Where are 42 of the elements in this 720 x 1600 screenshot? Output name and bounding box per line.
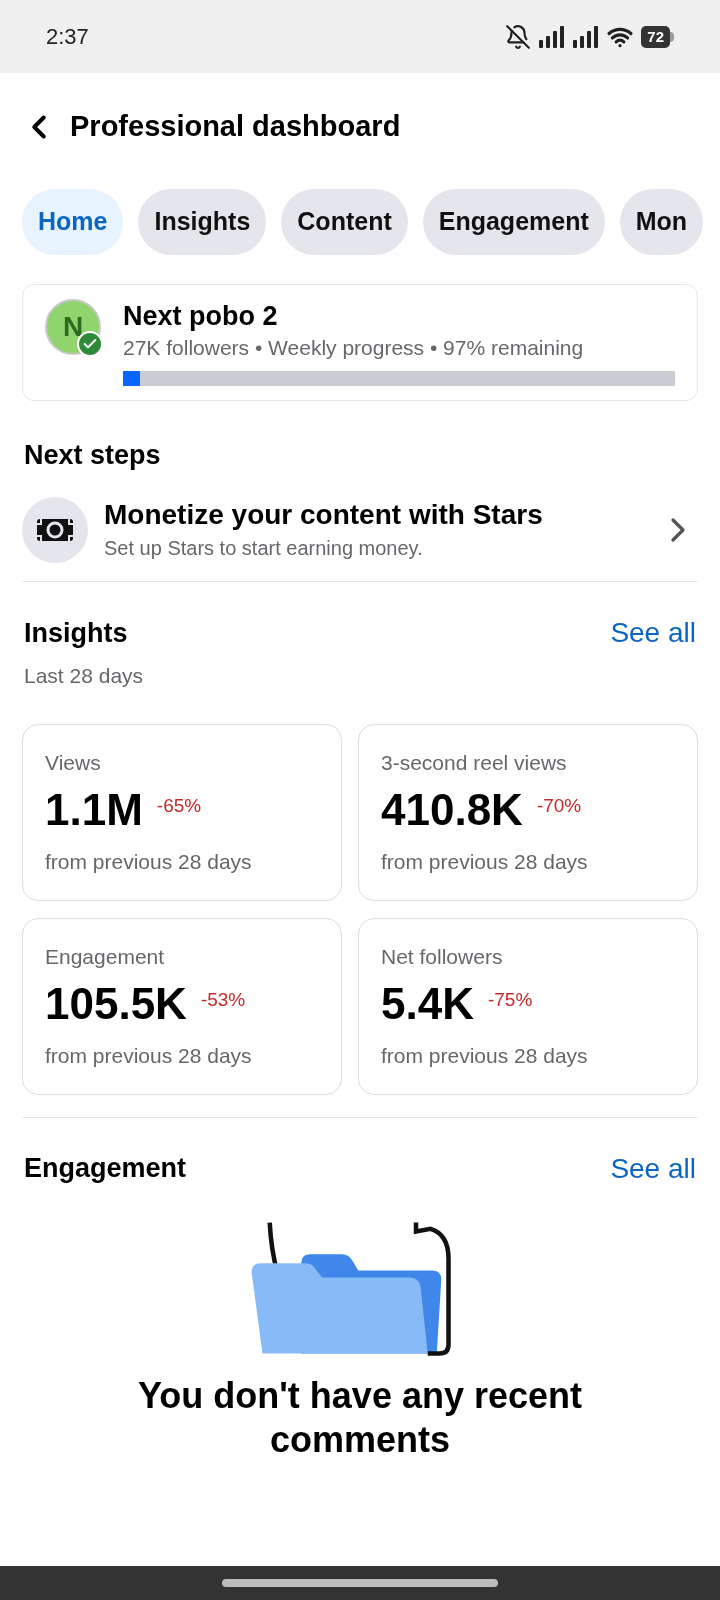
monetize-row[interactable]: Monetize your content with Stars Set up Stars to start earning money.: [22, 497, 698, 582]
stat-value: 1.1M: [45, 784, 143, 836]
tab[interactable]: Engagement: [422, 188, 605, 255]
empty-state-message: You don't have any recent comments: [137, 1373, 583, 1462]
stat-change: -65%: [156, 794, 202, 818]
section-title: Insights: [24, 616, 128, 650]
stat-note: from previous 28 days: [45, 1043, 253, 1069]
section-title: Engagement: [24, 1152, 187, 1186]
stat-note: from previous 28 days: [45, 849, 253, 875]
page-name: Next pobo 2: [123, 299, 279, 333]
status-time: 2:37: [46, 23, 89, 51]
step-title: Monetize your content with Stars: [104, 498, 544, 532]
stat-note: from previous 28 days: [381, 1043, 589, 1069]
stat-card[interactable]: Net followers 5.4K -75% from previous 28 days: [358, 917, 698, 1095]
stat-value: 5.4K: [381, 978, 474, 1030]
stat-change: -70%: [536, 794, 582, 818]
section-subtitle: Last 28 days: [24, 663, 145, 689]
stat-change: -53%: [200, 988, 246, 1012]
tab[interactable]: Home: [22, 188, 124, 255]
stat-value: 105.5K: [45, 978, 187, 1030]
stat-label: Engagement: [45, 943, 166, 970]
signal-icon: [539, 25, 566, 48]
tab[interactable]: Insights: [138, 188, 267, 255]
stat-value: 410.8K: [381, 784, 523, 836]
see-all-link[interactable]: See all: [610, 612, 696, 654]
tab[interactable]: Content: [281, 188, 408, 255]
section-title: Next steps: [24, 438, 162, 472]
tab[interactable]: Mon: [619, 188, 704, 255]
stat-label: Net followers: [381, 943, 504, 970]
stat-note: from previous 28 days: [381, 849, 589, 875]
step-subtitle: Set up Stars to start earning money.: [104, 536, 424, 561]
stat-label: 3-second reel views: [381, 749, 568, 776]
stat-card[interactable]: Views 1.1M -65% from previous 28 days: [22, 723, 342, 901]
mute-icon: [505, 23, 532, 50]
stat-card[interactable]: 3-second reel views 410.8K -70% from previous 28 days: [358, 723, 698, 901]
stat-change: -75%: [487, 988, 533, 1012]
page-title: Professional dashboard: [70, 109, 401, 144]
stat-label: Views: [45, 749, 102, 776]
profile-meta: 27K followers • Weekly progress • 97% remaining: [123, 334, 585, 361]
see-all-link[interactable]: See all: [610, 1147, 696, 1190]
stat-card[interactable]: Engagement 105.5K -53% from previous 28 days: [22, 917, 342, 1095]
signal-icon: [573, 25, 600, 48]
